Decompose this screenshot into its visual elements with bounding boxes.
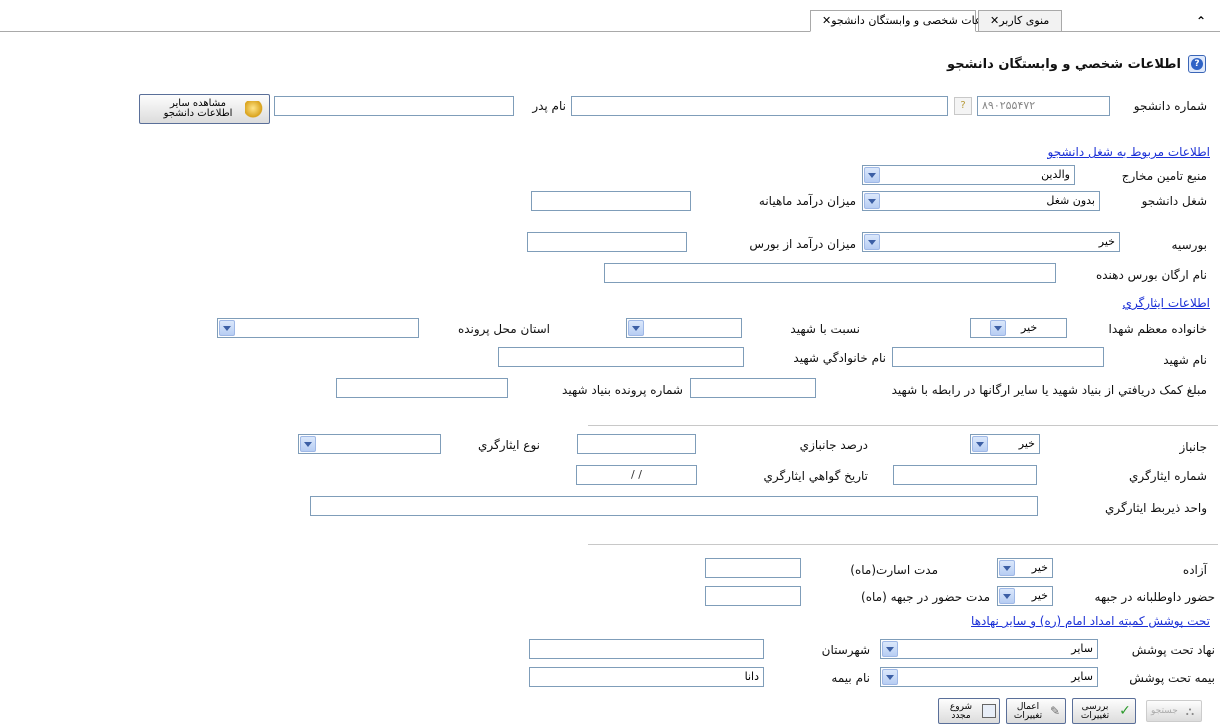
search-button[interactable]: ⛬ جستجو xyxy=(1146,700,1202,722)
chevron-down-icon xyxy=(864,167,880,183)
veteran-number-field[interactable] xyxy=(893,465,1037,485)
cert-date-field[interactable]: / / xyxy=(576,465,697,485)
aid-amount-field[interactable] xyxy=(690,378,816,398)
monthly-income-label: ميزان درآمد ماهيانه xyxy=(758,194,856,208)
scholarship-select[interactable]: خير xyxy=(862,232,1120,252)
view-other-info-button[interactable]: مشاهده ساير اطلاعات دانشجو xyxy=(139,94,270,124)
freed-select[interactable]: خير xyxy=(997,558,1053,578)
province-label: استان محل پرونده xyxy=(457,322,550,336)
front-duration-field[interactable] xyxy=(705,586,801,606)
job-label: شغل دانشجو xyxy=(1141,194,1207,208)
help-icon[interactable]: ? xyxy=(1188,55,1206,73)
student-lastname-field[interactable] xyxy=(571,96,948,116)
janbaz-select[interactable]: خير xyxy=(970,434,1040,454)
province-select[interactable] xyxy=(217,318,419,338)
percent-field[interactable] xyxy=(577,434,696,454)
cert-date-label: تاريخ گواهي ايثارگري xyxy=(763,469,868,483)
file-no-field[interactable] xyxy=(336,378,508,398)
insurance-name-field[interactable]: دانا xyxy=(529,667,764,687)
percent-label: درصد جانبازي xyxy=(799,438,868,452)
restart-icon xyxy=(982,704,996,718)
martyr-family-label: خانواده معظم شهدا xyxy=(1108,322,1207,336)
scholarship-org-label: نام ارگان بورس دهنده xyxy=(1095,268,1207,282)
coverage-section-link[interactable]: تحت پوشش کميته امداد امام (ره) و ساير نه… xyxy=(890,614,1210,628)
chevron-down-icon xyxy=(972,436,988,452)
chevron-down-icon xyxy=(300,436,316,452)
insurance-name-label: نام بيمه xyxy=(831,671,870,685)
restart-button[interactable]: شروع مجدد xyxy=(938,698,1000,724)
city-label: شهرستان xyxy=(821,643,870,657)
volunteer-label: حضور داوطلبانه در جبهه xyxy=(1094,590,1215,604)
tab-student-info[interactable]: ✕اطلاعات شخصی و وابستگان دانشجو xyxy=(810,10,1000,32)
captivity-field[interactable] xyxy=(705,558,801,578)
chevron-down-icon xyxy=(999,560,1015,576)
apply-changes-button[interactable]: ✎ اعمال تغییرات xyxy=(1006,698,1066,724)
monthly-income-field[interactable] xyxy=(531,191,691,211)
aid-amount-label: مبلغ کمک دريافتي از بنياد شهيد يا ساير ا… xyxy=(891,383,1207,397)
volunteer-select[interactable]: خير xyxy=(997,586,1053,606)
lookup-icon[interactable]: ? xyxy=(954,97,972,115)
captivity-label: مدت اسارت(ماه) xyxy=(850,563,938,577)
tab-user-menu[interactable]: ✕منوی کاربر xyxy=(978,10,1062,32)
chevron-down-icon xyxy=(882,641,898,657)
magnify-user-icon xyxy=(245,101,265,119)
martyr-name-field[interactable] xyxy=(892,347,1104,367)
collapse-icon[interactable]: ⌃ xyxy=(1196,14,1206,28)
coverage-org-label: نهاد تحت پوشش xyxy=(1131,643,1215,657)
student-no-label: شماره دانشجو xyxy=(1133,99,1207,113)
pencil-icon: ✎ xyxy=(1049,704,1061,718)
relation-select[interactable] xyxy=(626,318,742,338)
close-icon[interactable]: ✕ xyxy=(822,14,831,27)
divider xyxy=(588,425,1218,426)
check-icon: ✓ xyxy=(1119,703,1131,719)
divider xyxy=(588,544,1218,545)
scholarship-income-field[interactable] xyxy=(527,232,687,252)
father-name-label: نام پدر xyxy=(532,99,566,113)
sacrifice-section-link[interactable]: اطلاعات ايثارگري xyxy=(1010,296,1210,310)
front-duration-label: مدت حضور در جبهه (ماه) xyxy=(861,590,990,604)
chevron-down-icon xyxy=(864,234,880,250)
chevron-down-icon xyxy=(628,320,644,336)
page-title: اطلاعات شخصي و وابستگان دانشجو xyxy=(947,57,1181,72)
martyr-lastname-label: نام خانوادگي شهيد xyxy=(793,351,886,365)
review-changes-button[interactable]: ✓ بررسی تغییرات xyxy=(1072,698,1136,724)
coverage-org-select[interactable]: ساير xyxy=(880,639,1098,659)
relation-label: نسبت با شهيد xyxy=(790,322,860,336)
scholarship-org-field[interactable] xyxy=(604,263,1056,283)
veteran-type-label: نوع ايثارگري xyxy=(478,438,540,452)
veteran-unit-label: واحد ذيربط ايثارگري xyxy=(1105,501,1207,515)
funding-select[interactable]: والدين xyxy=(862,165,1075,185)
father-name-field[interactable] xyxy=(274,96,514,116)
chevron-down-icon xyxy=(882,669,898,685)
job-section-link[interactable]: اطلاعات مربوط به شغل دانشجو xyxy=(990,145,1210,159)
martyr-family-select[interactable]: خير xyxy=(970,318,1067,338)
scholarship-income-label: ميزان درآمد از بورس xyxy=(749,237,856,251)
veteran-type-select[interactable] xyxy=(298,434,441,454)
binoculars-icon: ⛬ xyxy=(1185,704,1195,718)
funding-label: منبع تامين مخارج xyxy=(1121,169,1207,183)
insurance-select[interactable]: ساير xyxy=(880,667,1098,687)
veteran-number-label: شماره ايثارگري xyxy=(1128,469,1207,483)
martyr-lastname-field[interactable] xyxy=(498,347,744,367)
janbaz-label: جانباز xyxy=(1179,440,1208,454)
chevron-down-icon xyxy=(999,588,1015,604)
student-no-field[interactable]: ۸۹۰۲۵۵۴۷۲ xyxy=(977,96,1110,116)
chevron-down-icon xyxy=(219,320,235,336)
close-icon[interactable]: ✕ xyxy=(990,14,999,27)
job-select[interactable]: بدون شغل xyxy=(862,191,1100,211)
veteran-unit-field[interactable] xyxy=(310,496,1038,516)
city-field[interactable] xyxy=(529,639,764,659)
chevron-down-icon xyxy=(990,320,1006,336)
file-no-label: شماره پرونده بنياد شهيد xyxy=(562,383,683,397)
scholarship-label: بورسيه xyxy=(1171,238,1207,252)
freed-label: آزاده xyxy=(1182,563,1207,577)
martyr-name-label: نام شهيد xyxy=(1163,353,1207,367)
chevron-down-icon xyxy=(864,193,880,209)
insurance-label: بيمه تحت پوشش xyxy=(1129,671,1215,685)
